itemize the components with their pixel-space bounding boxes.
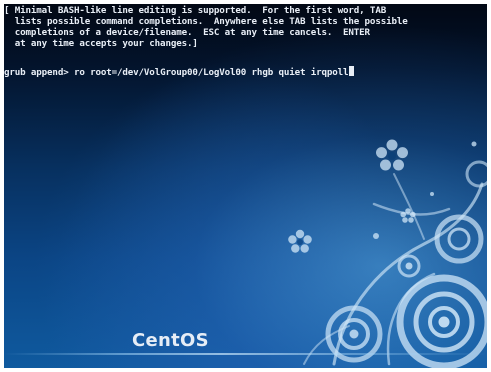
boot-screen: [ Minimal BASH-like line editing is supp… bbox=[4, 4, 487, 368]
grub-prompt: grub append> bbox=[4, 67, 69, 78]
help-line: [ Minimal BASH-like line editing is supp… bbox=[4, 5, 387, 16]
logo-underline bbox=[4, 353, 487, 355]
help-line: completions of a device/filename. ESC at… bbox=[4, 27, 370, 38]
grub-terminal: [ Minimal BASH-like line editing is supp… bbox=[4, 4, 487, 81]
kernel-args-input[interactable]: ro root=/dev/VolGroup00/LogVol00 rhgb qu… bbox=[74, 67, 349, 78]
centos-logo: CentOS bbox=[132, 330, 209, 351]
command-line[interactable]: grub append> ro root=/dev/VolGroup00/Log… bbox=[4, 66, 355, 78]
text-cursor bbox=[349, 66, 355, 76]
help-line: at any time accepts your changes.] bbox=[4, 38, 198, 49]
help-line: lists possible command completions. Anyw… bbox=[4, 16, 408, 27]
